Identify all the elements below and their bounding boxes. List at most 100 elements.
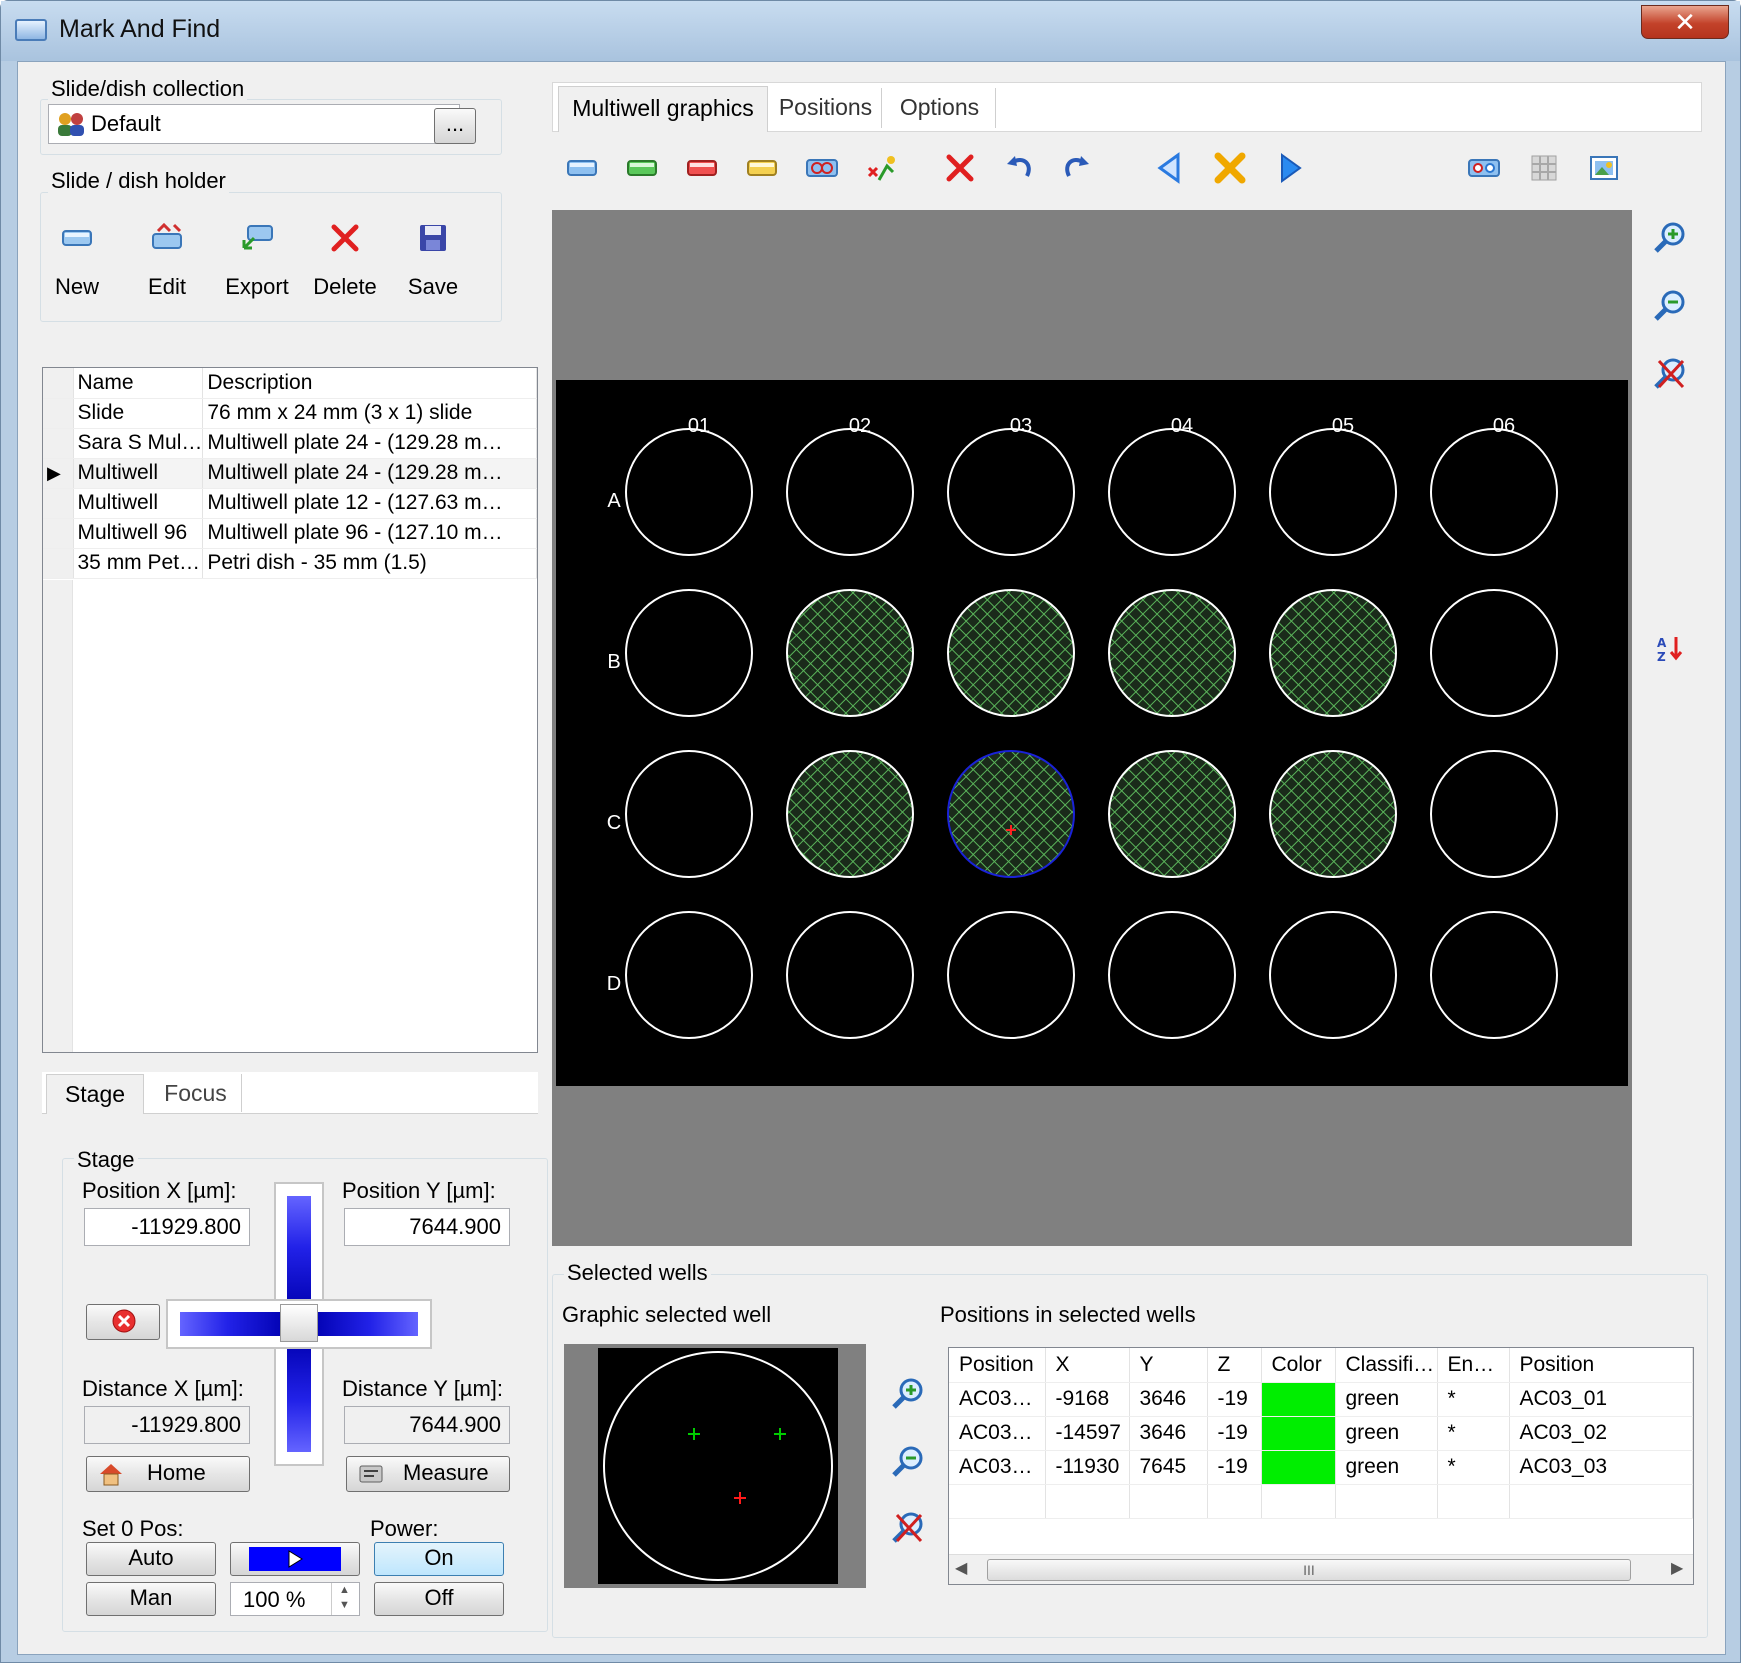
position-y-field[interactable]: 7644.900	[344, 1208, 510, 1246]
well-B04[interactable]	[1108, 589, 1236, 717]
plate-background	[556, 380, 1628, 1086]
cell-position-name: AC03_02	[1509, 1416, 1693, 1451]
collection-dropdown[interactable]: Default ▼	[48, 104, 460, 144]
play-icon	[249, 1547, 341, 1571]
well-C04[interactable]	[1108, 750, 1236, 878]
horizontal-scrollbar[interactable]: ◀ III ▶	[949, 1554, 1693, 1584]
column-header-color[interactable]: Color	[1261, 1348, 1336, 1383]
well-B05[interactable]	[1269, 589, 1397, 717]
tab-positions[interactable]: Positions	[770, 88, 882, 128]
scroll-right-icon[interactable]: ▶	[1671, 1558, 1683, 1578]
column-header-y[interactable]: Y	[1129, 1348, 1208, 1383]
table-row[interactable]: Multiwell 96 Multiwell plate 96 - (127.10…	[43, 518, 537, 549]
export-button[interactable]: Export	[212, 212, 302, 312]
new-button[interactable]: New	[32, 212, 122, 312]
home-button[interactable]: Home	[86, 1456, 250, 1492]
cell-y: 3646	[1129, 1416, 1208, 1451]
column-header-name[interactable]: Name	[73, 368, 204, 399]
distance-y-field: 7644.900	[344, 1406, 510, 1444]
tab-options[interactable]: Options	[884, 88, 996, 128]
mark-position-icon[interactable]	[860, 146, 904, 190]
position-x-field[interactable]: -11929.800	[84, 1208, 250, 1246]
view-wells-icon[interactable]	[1462, 146, 1506, 190]
multi-select-icon[interactable]	[800, 146, 844, 190]
column-header-description[interactable]: Description	[202, 368, 537, 399]
cell-x: -9168	[1045, 1382, 1130, 1417]
image-icon[interactable]	[1582, 146, 1626, 190]
cell-position-name: AC03_03	[1509, 1450, 1693, 1485]
slide-list-table[interactable]: Name Description Slide 76 mm x 24 mm (3 x…	[42, 367, 538, 1053]
table-row[interactable]: Sara S Mul… Multiwell plate 24 - (129.28 …	[43, 428, 537, 459]
tab-stage[interactable]: Stage	[46, 1074, 144, 1114]
zoom-reset-icon[interactable]	[1648, 352, 1692, 396]
man-button[interactable]: Man	[86, 1582, 216, 1616]
stop-button[interactable]	[86, 1304, 160, 1340]
positions-table[interactable]: Position X Y Z Color Classifi… En… Posit…	[948, 1347, 1694, 1585]
redo-icon[interactable]	[1054, 146, 1098, 190]
sort-icon[interactable]: AZ	[1648, 626, 1692, 670]
well-B02[interactable]	[786, 589, 914, 717]
cell-x: -11930	[1045, 1450, 1130, 1485]
well-zoom-in-icon[interactable]	[886, 1372, 930, 1416]
previous-icon[interactable]	[1148, 146, 1192, 190]
power-off-button[interactable]: Off	[374, 1582, 504, 1616]
column-header-x[interactable]: X	[1045, 1348, 1130, 1383]
well-C02[interactable]	[786, 750, 914, 878]
slide-yellow-icon[interactable]	[740, 146, 784, 190]
column-label-04: 04	[1171, 415, 1193, 437]
well-C05[interactable]	[1269, 750, 1397, 878]
scroll-left-icon[interactable]: ◀	[955, 1558, 967, 1578]
measure-button[interactable]: Measure	[346, 1456, 510, 1492]
clear-icon[interactable]	[1208, 146, 1252, 190]
table-row[interactable]: Multiwell Multiwell plate 12 - (127.63 m…	[43, 488, 537, 519]
power-label: Power:	[370, 1516, 439, 1541]
table-row[interactable]: AC03… -9168 3646 -19 green * AC03_01	[949, 1382, 1693, 1417]
well-C03[interactable]	[947, 750, 1075, 878]
spin-arrows-icon[interactable]: ▲ ▼	[331, 1583, 357, 1615]
well-zoom-reset-icon[interactable]	[886, 1506, 930, 1550]
column-header-z[interactable]: Z	[1207, 1348, 1262, 1383]
power-on-button[interactable]: On	[374, 1542, 504, 1576]
well-zoom-fit-icon[interactable]	[886, 1440, 930, 1484]
tab-multiwell-graphics[interactable]: Multiwell graphics	[558, 86, 768, 132]
row-header	[43, 488, 74, 519]
column-header-position-name[interactable]: Position	[1509, 1348, 1693, 1383]
column-header-enabled[interactable]: En…	[1437, 1348, 1510, 1383]
table-row[interactable]: AC03… -14597 3646 -19 green * AC03_02	[949, 1416, 1693, 1451]
slide-green-icon[interactable]	[620, 146, 664, 190]
edit-icon	[147, 218, 187, 258]
slide-red-icon[interactable]	[680, 146, 724, 190]
save-button[interactable]: Save	[388, 212, 478, 312]
well-B03[interactable]	[947, 589, 1075, 717]
play-button[interactable]	[230, 1542, 360, 1576]
zoom-fit-icon[interactable]	[1648, 284, 1692, 328]
next-icon[interactable]	[1268, 146, 1312, 190]
collection-browse-button[interactable]: ...	[434, 108, 476, 144]
delete-button[interactable]: Delete	[300, 212, 390, 312]
column-header-position[interactable]: Position	[949, 1348, 1046, 1383]
selected-well-graphic[interactable]	[598, 1348, 838, 1584]
edit-button[interactable]: Edit	[122, 212, 212, 312]
cell-name: 35 mm Pet…	[73, 548, 204, 579]
cell-enabled: *	[1437, 1416, 1510, 1451]
auto-button[interactable]: Auto	[86, 1542, 216, 1576]
table-row[interactable]: Slide 76 mm x 24 mm (3 x 1) slide	[43, 398, 537, 429]
scroll-thumb[interactable]: III	[987, 1559, 1631, 1581]
svg-text:A: A	[1657, 636, 1667, 650]
undo-icon[interactable]	[998, 146, 1042, 190]
table-row-current[interactable]: ▶ Multiwell Multiwell plate 24 - (129.28 m…	[43, 458, 537, 489]
zoom-in-icon[interactable]	[1648, 216, 1692, 260]
cell-x: -14597	[1045, 1416, 1130, 1451]
row-label-D: D	[607, 973, 621, 995]
grid-icon[interactable]	[1522, 146, 1566, 190]
table-row[interactable]: AC03… -11930 7645 -19 green * AC03_03	[949, 1450, 1693, 1485]
tab-focus[interactable]: Focus	[150, 1074, 242, 1112]
table-row[interactable]: 35 mm Pet… Petri dish - 35 mm (1.5)	[43, 548, 537, 579]
slide-blue-icon[interactable]	[560, 146, 604, 190]
joystick-handle[interactable]	[280, 1304, 318, 1342]
multiwell-plate-graphic[interactable]: 01 02 03 04 05 06 A B C D	[556, 380, 1628, 1086]
column-header-classification[interactable]: Classifi…	[1335, 1348, 1438, 1383]
close-button[interactable]: ✕	[1641, 5, 1729, 39]
speed-stepper[interactable]: 100 % ▲ ▼	[230, 1582, 360, 1616]
delete-positions-icon[interactable]	[938, 146, 982, 190]
